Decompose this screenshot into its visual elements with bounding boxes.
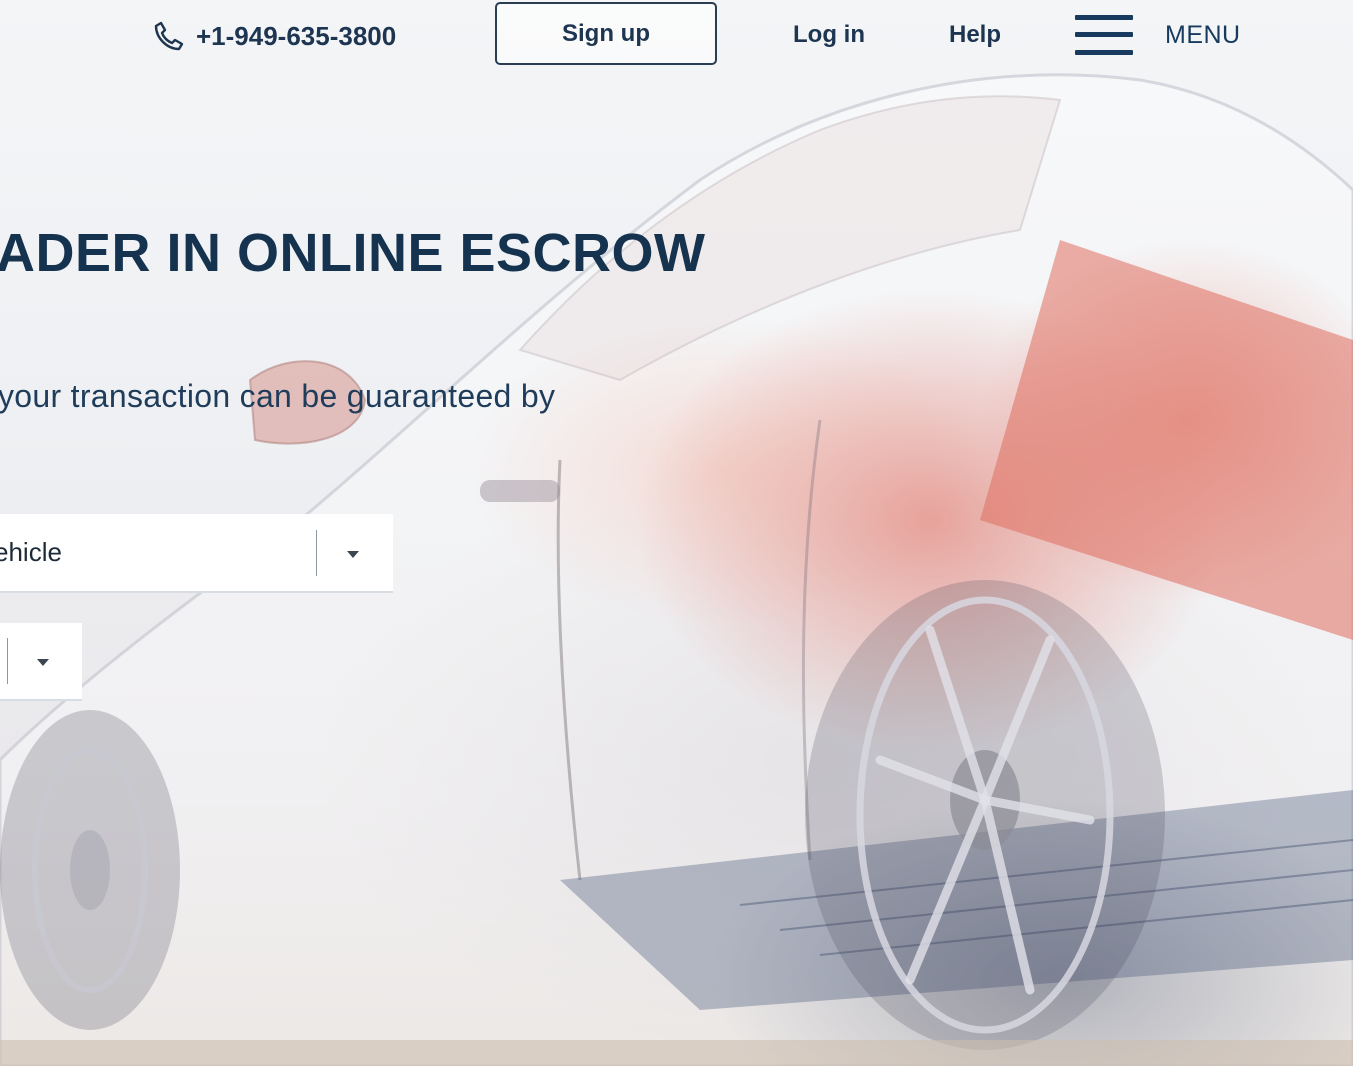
transaction-category-select[interactable]: ehicle	[0, 514, 393, 591]
rear-wheel	[0, 710, 180, 1030]
top-navigation: +1-949-635-3800 Sign up Log in Help MENU	[0, 0, 1353, 70]
hero-headline: ADER IN ONLINE ESCROW	[0, 223, 706, 283]
select-divider	[316, 530, 317, 576]
chevron-down-icon	[347, 551, 359, 558]
front-wheel	[805, 580, 1165, 1050]
phone-icon	[154, 21, 184, 51]
secondary-select[interactable]	[0, 623, 82, 699]
chevron-down-icon	[37, 659, 49, 666]
log-in-link[interactable]: Log in	[793, 18, 865, 52]
menu-label: MENU	[1165, 20, 1241, 49]
select-divider	[7, 638, 8, 684]
help-link[interactable]: Help	[949, 18, 1001, 52]
hero-subtext: your transaction can be guaranteed by	[0, 378, 556, 414]
phone-link[interactable]: +1-949-635-3800	[152, 18, 396, 54]
hamburger-menu-icon	[1075, 13, 1133, 57]
menu-button[interactable]: MENU	[1075, 12, 1241, 58]
select-value: ehicle	[0, 537, 62, 567]
phone-number: +1-949-635-3800	[196, 20, 397, 51]
sign-up-button[interactable]: Sign up	[495, 2, 717, 65]
